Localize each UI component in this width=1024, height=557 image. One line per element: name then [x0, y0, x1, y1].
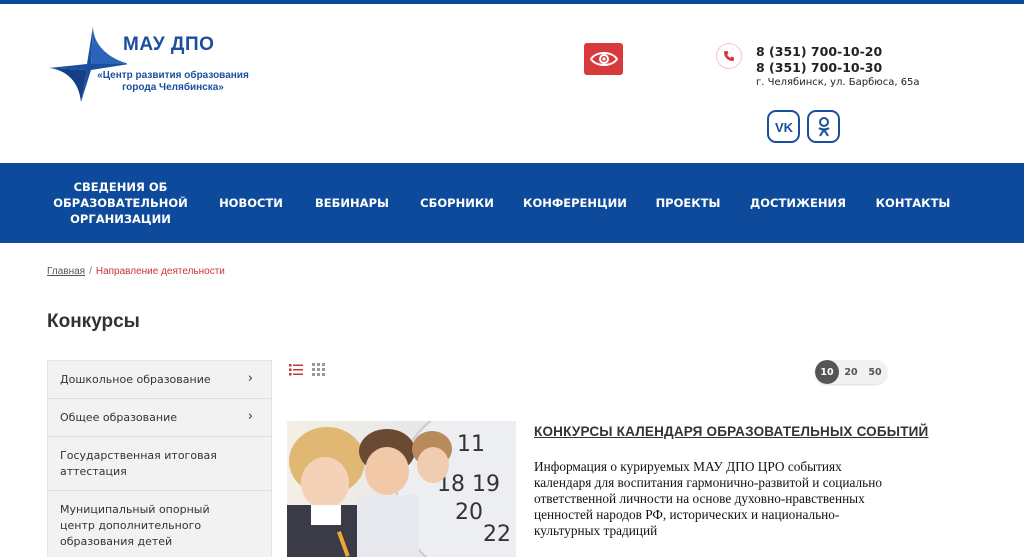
sidebar-item-state-certification[interactable]: Государственная итоговая аттестация: [48, 437, 271, 491]
phone-link-2[interactable]: 8 (351) 700-10-30: [756, 60, 882, 76]
sidebar-item-label: Общее образование: [60, 411, 177, 424]
phone-icon: [716, 43, 742, 69]
phone-link-1[interactable]: 8 (351) 700-10-20: [756, 44, 882, 60]
svg-text:19: 19: [472, 472, 500, 497]
nav-item-contacts[interactable]: КОНТАКТЫ: [870, 163, 956, 243]
nav-item-achievements[interactable]: ДОСТИЖЕНИЯ: [745, 163, 851, 243]
article-image: 11 18 19 20 22: [287, 421, 516, 557]
per-page-option-20[interactable]: 20: [839, 360, 863, 384]
breadcrumb: Главная / Направление деятельности: [47, 266, 225, 277]
nav-item-about[interactable]: СВЕДЕНИЯ ОБ ОБРАЗОВАТЕЛЬНОЙ ОРГАНИЗАЦИИ: [52, 163, 189, 243]
grid-view-icon[interactable]: [312, 363, 326, 377]
per-page-option-50[interactable]: 50: [863, 360, 887, 384]
article-title-link[interactable]: КОНКУРСЫ КАЛЕНДАРЯ ОБРАЗОВАТЕЛЬНЫХ СОБЫТ…: [534, 424, 928, 439]
sidebar-item-label: Государственная итоговая аттестация: [60, 449, 217, 478]
nav-item-conferences[interactable]: КОНФЕРЕНЦИИ: [519, 163, 631, 243]
eye-icon: [589, 52, 618, 66]
phone-numbers: 8 (351) 700-10-20 8 (351) 700-10-30: [756, 44, 882, 76]
logo-title: МАУ ДПО: [123, 34, 215, 55]
breadcrumb-home-link[interactable]: Главная: [47, 266, 85, 277]
svg-text:22: 22: [483, 522, 511, 547]
accessibility-button[interactable]: [584, 43, 623, 75]
address: г. Челябинск, ул. Барбюса, 65а: [756, 77, 920, 88]
odnoklassniki-icon: [817, 116, 830, 137]
vk-icon: VK: [774, 120, 793, 134]
sidebar-menu: Дошкольное образование › Общее образован…: [47, 360, 272, 557]
article-thumbnail[interactable]: 11 18 19 20 22: [287, 421, 516, 557]
nav-item-collections[interactable]: СБОРНИКИ: [414, 163, 500, 243]
chevron-right-icon: ›: [247, 371, 253, 386]
site-logo[interactable]: МАУ ДПО «Центр развития образования горо…: [47, 24, 257, 104]
odnoklassniki-link[interactable]: [807, 110, 840, 143]
svg-text:VK: VK: [774, 120, 793, 134]
sidebar-item-general-education[interactable]: Общее образование ›: [48, 399, 271, 437]
logo-subtitle: «Центр развития образования города Челяб…: [97, 70, 249, 93]
main-navigation: СВЕДЕНИЯ ОБ ОБРАЗОВАТЕЛЬНОЙ ОРГАНИЗАЦИИ …: [0, 163, 1024, 243]
list-view-icon[interactable]: [289, 363, 303, 377]
per-page-option-10[interactable]: 10: [815, 360, 839, 384]
sidebar-item-label: Муниципальный опорный центр дополнительн…: [60, 503, 210, 548]
vk-link[interactable]: VK: [767, 110, 800, 143]
page-title: Конкурсы: [47, 311, 140, 332]
chevron-right-icon: ›: [247, 409, 253, 424]
items-per-page: 10 20 50: [815, 360, 887, 384]
nav-item-news[interactable]: НОВОСТИ: [212, 163, 290, 243]
svg-text:20: 20: [455, 500, 483, 525]
sidebar-item-preschool[interactable]: Дошкольное образование ›: [48, 361, 271, 399]
nav-item-projects[interactable]: ПРОЕКТЫ: [650, 163, 726, 243]
breadcrumb-separator: /: [89, 266, 92, 277]
nav-item-webinars[interactable]: ВЕБИНАРЫ: [309, 163, 395, 243]
top-accent-line: [0, 0, 1024, 4]
article-description: Информация о курируемых МАУ ДПО ЦРО собы…: [534, 459, 882, 538]
svg-text:11: 11: [457, 432, 485, 457]
breadcrumb-current: Направление деятельности: [95, 266, 225, 277]
sidebar-item-label: Дошкольное образование: [60, 373, 211, 386]
sidebar-item-municipal-center[interactable]: Муниципальный опорный центр дополнительн…: [48, 491, 271, 557]
